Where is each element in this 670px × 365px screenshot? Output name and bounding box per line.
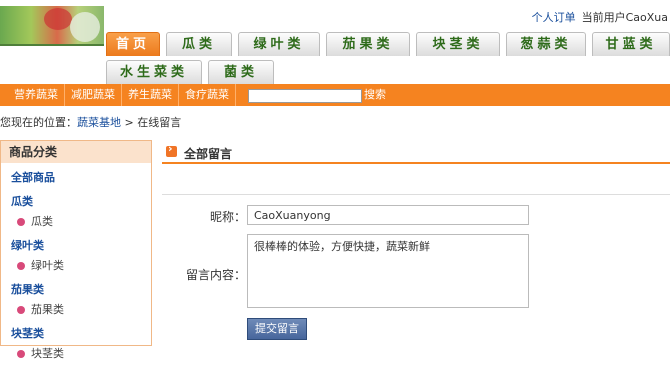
sidebar-category-kuaijing[interactable]: 块茎类 [1, 321, 151, 343]
tab-home[interactable]: 首页 [106, 32, 160, 56]
current-user: 当前用户CaoXua [581, 11, 668, 24]
tab-jun[interactable]: 菌类 [208, 60, 274, 84]
sidebar-subitem-lvye[interactable]: 绿叶类 [1, 255, 151, 277]
section-header: 全部留言 [162, 140, 670, 164]
site-logo[interactable] [0, 6, 104, 46]
tab-lvye[interactable]: 绿叶类 [238, 32, 320, 56]
tab-kuaijing[interactable]: 块茎类 [416, 32, 500, 56]
breadcrumb: 您现在的位置：蔬菜基地 > 在线留言 [0, 114, 181, 130]
bullet-icon [17, 262, 25, 270]
nickname-field[interactable]: CaoXuanyong [247, 205, 529, 225]
search-input[interactable] [248, 89, 362, 103]
arrow-icon [166, 142, 177, 157]
breadcrumb-separator: > [124, 116, 134, 129]
section-title: 全部留言 [184, 147, 233, 161]
orders-link[interactable]: 个人订单 [532, 11, 576, 24]
category-sidebar: 商品分类 全部商品 瓜类 瓜类 绿叶类 绿叶类 茄果类 茄果类 块茎类 块茎类 [0, 140, 152, 360]
bullet-icon [17, 350, 25, 358]
user-bar: 个人订单 当前用户CaoXua [532, 9, 668, 25]
sidebar-subitem-label: 绿叶类 [31, 259, 64, 272]
tab-qieguo[interactable]: 茄果类 [326, 32, 410, 56]
nav-item-health[interactable]: 养生蔬菜 [122, 84, 179, 106]
search-button[interactable]: 搜索 [364, 84, 386, 106]
message-textarea[interactable]: 很棒棒的体验，方便快捷，蔬菜新鲜 [247, 234, 529, 308]
sidebar-title: 商品分类 [1, 141, 151, 163]
divider [162, 194, 670, 195]
breadcrumb-current: 在线留言 [137, 116, 182, 129]
submit-button[interactable]: 提交留言 [247, 318, 307, 340]
sidebar-category-gua[interactable]: 瓜类 [1, 189, 151, 211]
tab-gua[interactable]: 瓜类 [166, 32, 232, 56]
sidebar-item-all[interactable]: 全部商品 [1, 163, 151, 189]
sidebar-subitem-kuaijing[interactable]: 块茎类 [1, 343, 151, 365]
sidebar-subitem-qieguo[interactable]: 茄果类 [1, 299, 151, 321]
nav-bar: 营养蔬菜 减肥蔬菜 养生蔬菜 食疗蔬菜 搜索 [0, 84, 670, 106]
bullet-icon [17, 218, 25, 226]
message-label: 留言内容： [186, 268, 247, 282]
sidebar-subitem-label: 瓜类 [31, 215, 53, 228]
tab-shuisheng[interactable]: 水生菜类 [106, 60, 202, 84]
sidebar-subitem-label: 块茎类 [31, 347, 64, 360]
tab-congsuan[interactable]: 葱蒜类 [506, 32, 586, 56]
sidebar-subitem-label: 茄果类 [31, 303, 64, 316]
bullet-icon [17, 306, 25, 314]
nav-item-therapy[interactable]: 食疗蔬菜 [179, 84, 236, 106]
breadcrumb-prefix: 您现在的位置： [0, 116, 77, 129]
tab-ganlan[interactable]: 甘蓝类 [592, 32, 670, 56]
nav-item-diet[interactable]: 减肥蔬菜 [65, 84, 122, 106]
nickname-label: 昵称： [210, 210, 247, 224]
sidebar-subitem-gua[interactable]: 瓜类 [1, 211, 151, 233]
sidebar-category-qieguo[interactable]: 茄果类 [1, 277, 151, 299]
sidebar-category-lvye[interactable]: 绿叶类 [1, 233, 151, 255]
nav-item-nutrition[interactable]: 营养蔬菜 [0, 84, 65, 106]
breadcrumb-home[interactable]: 蔬菜基地 [77, 116, 121, 129]
